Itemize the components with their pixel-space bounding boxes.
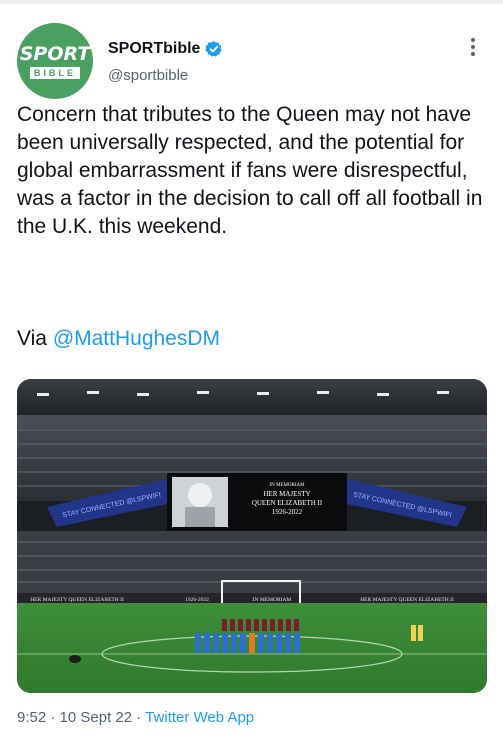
tweet-photo[interactable]: STAY CONNECTED @LSPWIFI STAY CONNECTED @… — [17, 379, 487, 693]
avatar-text-sport: SPORT — [19, 43, 91, 65]
stadium-image: STAY CONNECTED @LSPWIFI STAY CONNECTED @… — [17, 379, 487, 693]
tweet-date[interactable]: 10 Sept 22 — [60, 709, 133, 726]
board-text-2: 1926-2022 — [185, 597, 209, 603]
screen-line-4: 1926-2022 — [272, 508, 303, 516]
author-name-row[interactable]: SPORTbible — [108, 40, 223, 58]
tweet-metadata: 9:52 · 10 Sept 22 · Twitter Web App — [17, 709, 254, 726]
mention-link[interactable]: @MattHughesDM — [53, 327, 220, 350]
separator-dot: · — [136, 709, 146, 726]
screen-line-3: QUEEN ELIZABETH II — [252, 499, 323, 507]
more-options-icon[interactable] — [468, 36, 478, 58]
screen-line-1: IN MEMORIAM — [269, 483, 305, 488]
screen-line-2: HER MAJESTY — [263, 490, 310, 498]
board-text-1: HER MAJESTY QUEEN ELIZABETH II — [30, 597, 124, 603]
tweet-time[interactable]: 9:52 — [17, 709, 46, 726]
source-app-link[interactable]: Twitter Web App — [145, 709, 254, 726]
separator-dot: · — [50, 709, 60, 726]
author-handle[interactable]: @sportbible — [108, 67, 188, 84]
avatar[interactable]: SPORT BIBLE — [17, 23, 93, 99]
board-text-3: IN MEMORIAM — [253, 597, 292, 603]
display-name[interactable]: SPORTbible — [108, 40, 200, 58]
avatar-text-bible: BIBLE — [30, 67, 80, 79]
tweet-text: Concern that tributes to the Queen may n… — [17, 103, 483, 238]
board-text-4: HER MAJESTY QUEEN ELIZABETH II — [360, 597, 454, 603]
tweet-via-line: Via @MattHughesDM — [17, 325, 220, 353]
verified-badge-icon — [205, 41, 223, 57]
via-prefix: Via — [17, 327, 53, 350]
top-divider — [0, 0, 503, 4]
